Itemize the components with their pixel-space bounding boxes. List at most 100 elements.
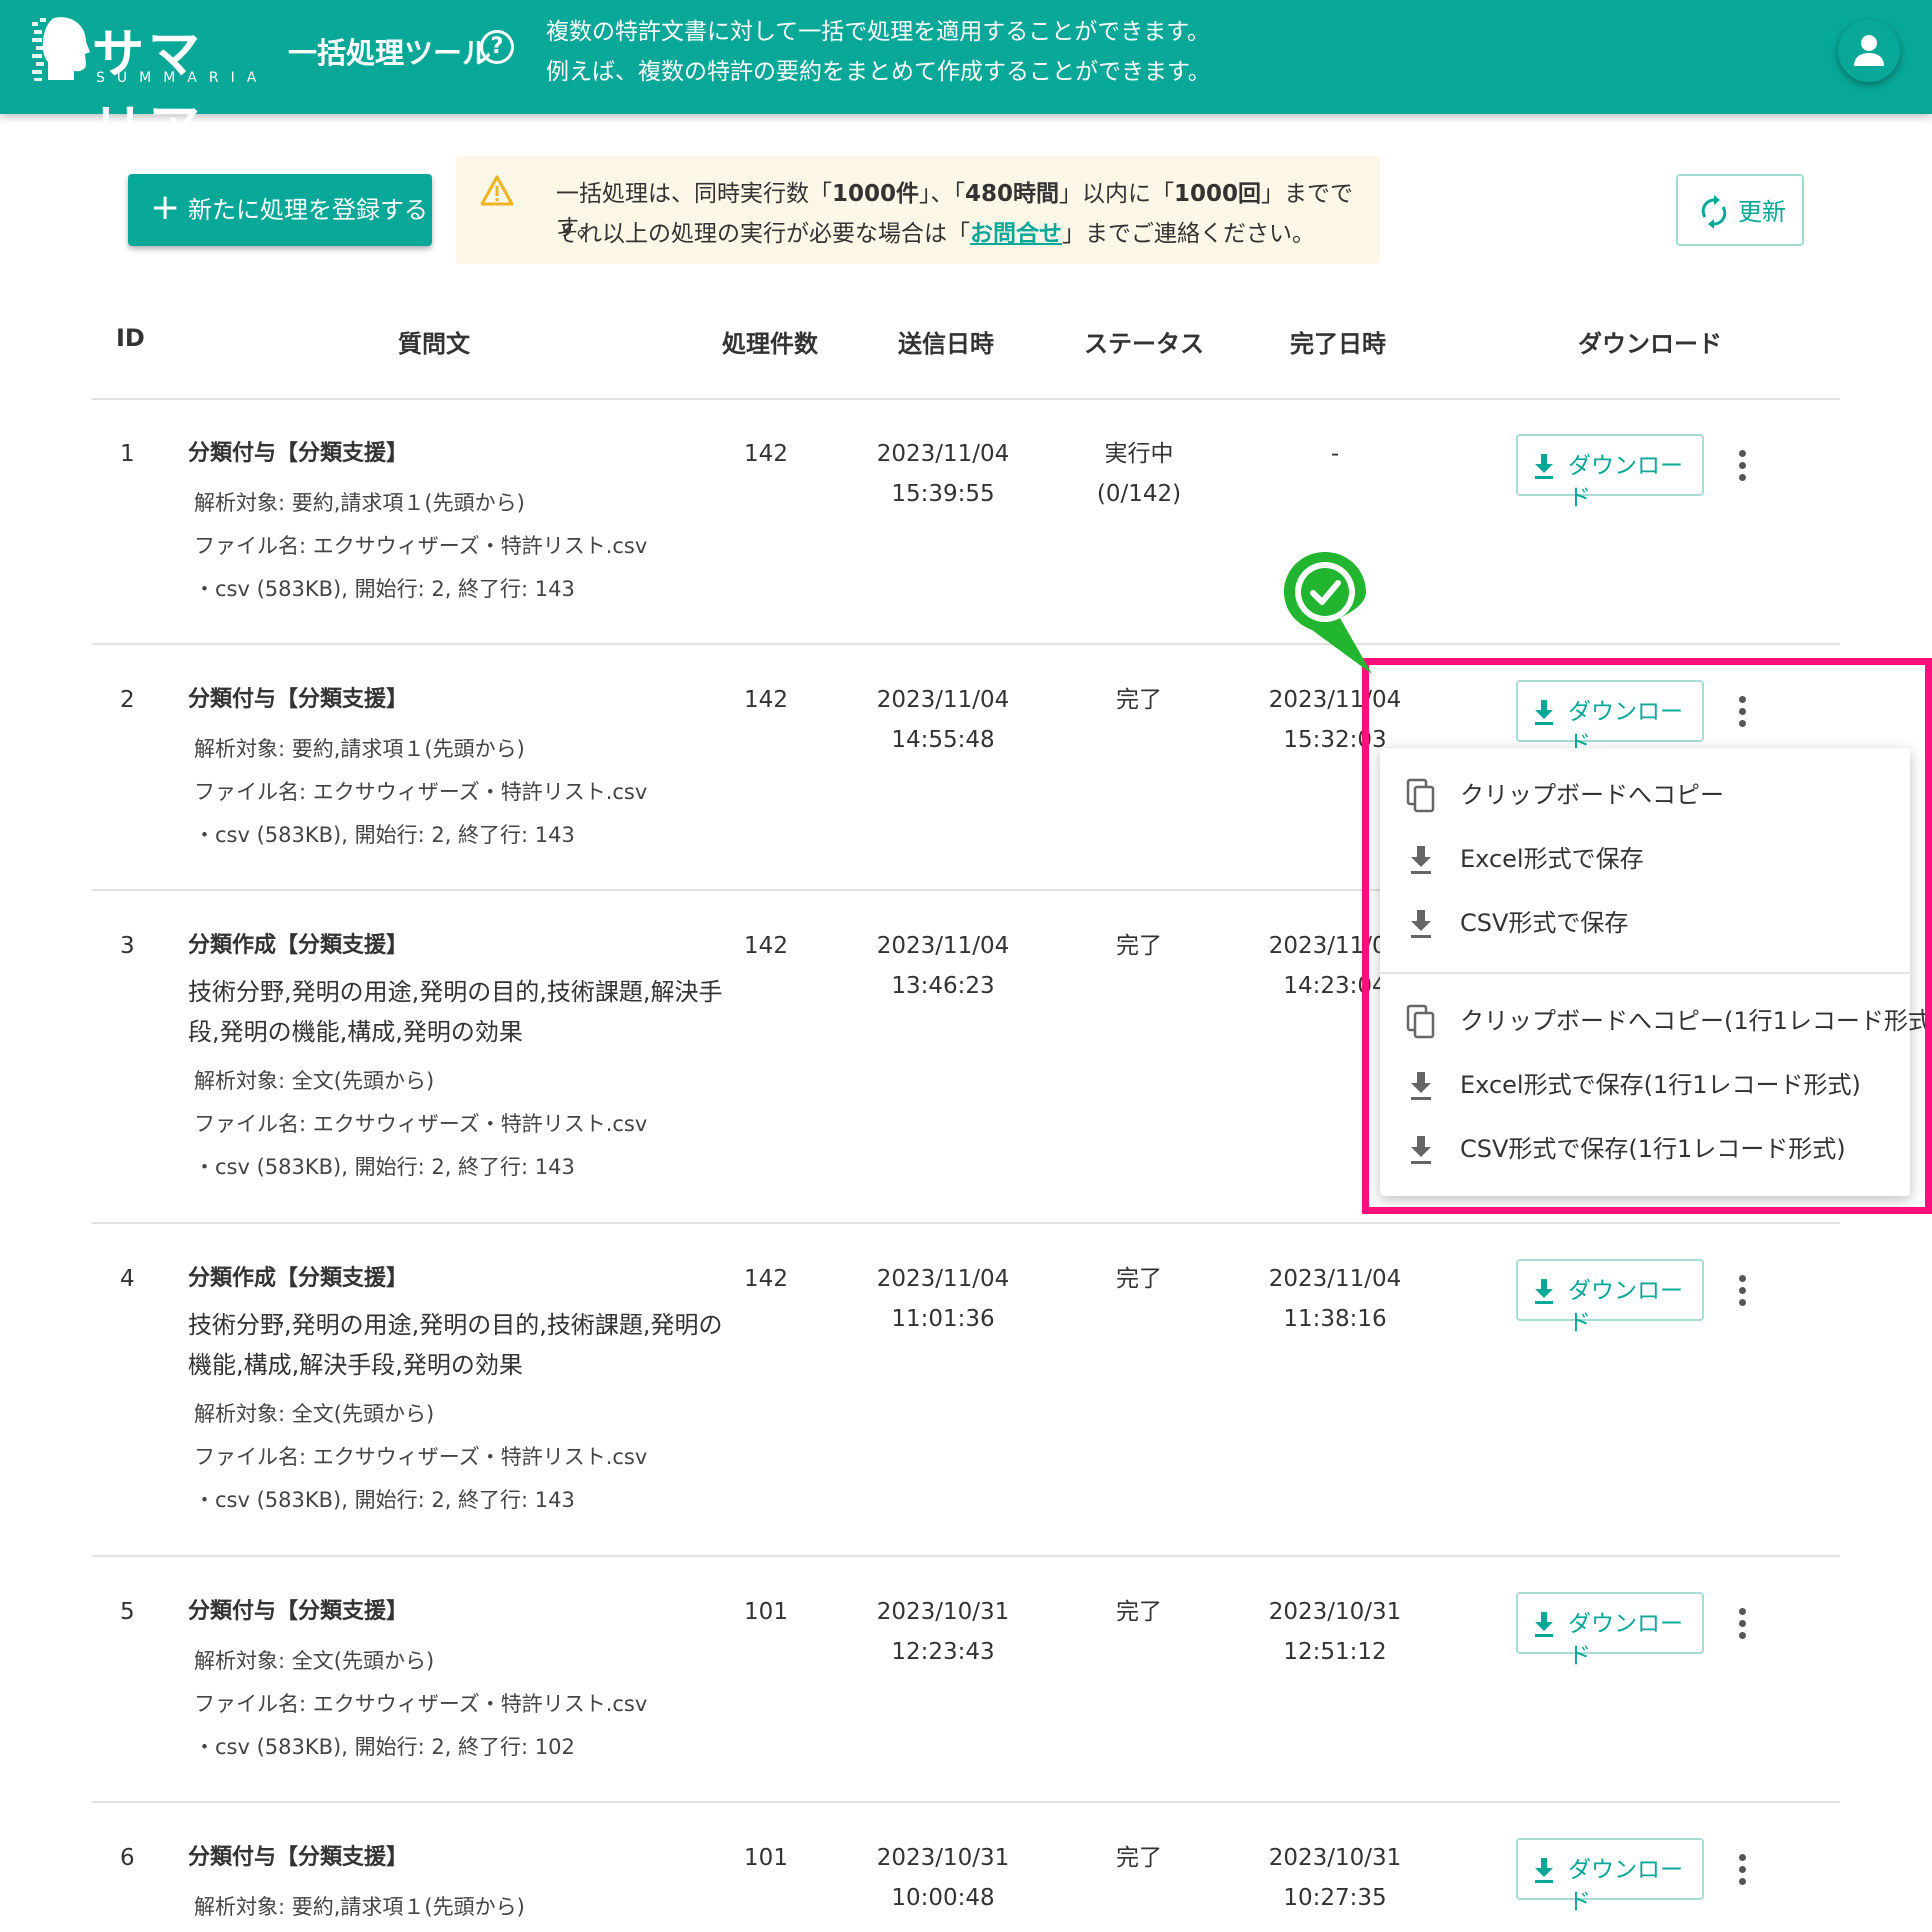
column-header-question: 質問文 [398,330,470,358]
row-id: 6 [120,1845,135,1871]
download-button[interactable]: ダウンロード [1516,1838,1704,1915]
meta-line: ファイル名: エクサウィザーズ・特許リスト.csv [194,780,648,804]
more-options-icon[interactable] [1736,1275,1748,1309]
done-datetime: 2023/11/04 11:38:16 [1258,1259,1412,1339]
status: 完了 [1064,1259,1214,1299]
row-divider [92,643,1840,645]
process-count: 142 [744,933,788,959]
sent-datetime: 2023/11/04 11:01:36 [868,1259,1018,1339]
row-id: 3 [120,933,135,959]
more-options-icon[interactable] [1736,1854,1748,1888]
refresh-label: 更新 [1738,198,1786,226]
column-header-count: 処理件数 [722,330,818,358]
sent-datetime: 2023/11/04 13:46:23 [868,926,1018,1006]
status: 完了 [1064,1592,1214,1632]
row-divider [92,398,1840,400]
notice-emphasis: 1000回 [1174,181,1262,207]
status: 完了 [1064,926,1214,966]
question-title: 分類付与【分類支援】 [188,1599,409,1624]
help-icon[interactable]: ? [480,30,514,64]
meta-line: ・csv (583KB), 開始行: 2, 終了行: 143 [194,823,575,847]
meta-line: 解析対象: 要約,請求項１(先頭から) [194,1895,525,1919]
download-icon [1535,454,1553,479]
process-count: 101 [744,1845,788,1871]
download-button[interactable]: ダウンロード [1516,434,1704,511]
sent-date: 2023/11/04 [876,933,1010,959]
notice-line-2: それ以上の処理の実行が必要な場合は「お問合せ」までご連絡ください。 [556,214,1315,248]
row-id: 5 [120,1599,135,1625]
notice-text: 一括処理は、同時実行数「 [556,181,832,207]
tool-title: 一括処理ツール [288,36,492,70]
row-id: 2 [120,687,135,713]
limit-notice: 一括処理は、同時実行数「1000件」、「480時間」以内に「1000回」までです… [456,156,1380,264]
download-icon [1535,1858,1553,1883]
done-datetime: 2023/10/31 10:27:35 [1258,1838,1412,1918]
register-new-process-button[interactable]: + 新たに処理を登録する [128,174,432,246]
download-label: ダウンロード [1568,1611,1683,1669]
question-title: 分類作成【分類支援】 [188,1266,409,1291]
question-body-line: 技術分野,発明の用途,発明の目的,技術課題,発明の [188,1311,723,1339]
meta-line: 解析対象: 全文(先頭から) [194,1402,435,1426]
sent-datetime: 2023/11/04 15:39:55 [868,434,1018,514]
meta-line: ・csv (583KB), 開始行: 2, 終了行: 143 [194,1488,575,1512]
sent-datetime: 2023/10/31 10:00:48 [868,1838,1018,1918]
summaria-logo[interactable]: サマリア SUMMARIA [30,12,256,160]
done-datetime: - [1258,434,1412,474]
meta-line: 解析対象: 要約,請求項１(先頭から) [194,737,525,761]
meta-line: 解析対象: 要約,請求項１(先頭から) [194,491,525,515]
notice-emphasis: 1000件 [832,181,920,207]
more-options-icon[interactable] [1736,450,1748,484]
notice-text: 」、「 [919,181,966,207]
column-header-download: ダウンロード [1578,330,1722,358]
sent-date: 2023/10/31 [876,1599,1010,1625]
download-button[interactable]: ダウンロード [1516,1259,1704,1336]
question-body: 技術分野,発明の用途,発明の目的,技術課題,解決手 段,発明の機能,構成,発明の… [188,972,723,1052]
column-header-id: ID [116,324,145,352]
row-id: 4 [120,1266,135,1292]
status-text: 完了 [1116,1845,1162,1871]
download-label: ダウンロード [1568,1278,1683,1336]
process-count: 101 [744,1599,788,1625]
sent-datetime: 2023/10/31 12:23:43 [868,1592,1018,1672]
question-body-line: 技術分野,発明の用途,発明の目的,技術課題,解決手 [188,978,723,1006]
question-meta: 解析対象: 要約,請求項１(先頭から) ファイル名: エクサウィザーズ・特許リス… [188,728,647,857]
done-datetime: 2023/10/31 12:51:12 [1258,1592,1412,1672]
sent-time: 14:55:48 [891,727,995,753]
user-avatar-button[interactable] [1838,20,1900,82]
status-text: 実行中 [1104,441,1174,467]
sent-date: 2023/11/04 [876,687,1010,713]
column-header-status: ステータス [1084,330,1204,358]
meta-line: 解析対象: 全文(先頭から) [194,1649,435,1673]
sent-time: 15:39:55 [891,481,995,507]
sent-datetime: 2023/11/04 14:55:48 [868,680,1018,760]
row-divider [92,1555,1840,1557]
sent-time: 11:01:36 [891,1306,995,1332]
refresh-button[interactable]: 更新 [1676,174,1804,246]
status: 実行中 (0/142) [1064,434,1214,514]
logo-subtitle: SUMMARIA [96,70,269,86]
column-header-done: 完了日時 [1290,330,1386,358]
process-count: 142 [744,441,788,467]
notice-text: 」以内に「 [1059,181,1175,207]
meta-line: 解析対象: 全文(先頭から) [194,1069,435,1093]
question-meta: 解析対象: 全文(先頭から) ファイル名: エクサウィザーズ・特許リスト.csv… [188,1393,647,1522]
head-silhouette-icon [32,17,90,81]
column-header-sent: 送信日時 [898,330,994,358]
done-date: - [1330,441,1340,467]
row-id: 1 [120,441,135,467]
download-button[interactable]: ダウンロード [1516,1592,1704,1669]
question-meta: 解析対象: 全文(先頭から) ファイル名: エクサウィザーズ・特許リスト.csv… [188,1060,647,1189]
download-icon [1535,1279,1553,1304]
row-divider [92,1801,1840,1803]
contact-link[interactable]: お問合せ [970,221,1062,247]
meta-line: ・csv (583KB), 開始行: 2, 終了行: 102 [194,1735,575,1759]
download-label: ダウンロード [1568,453,1683,511]
status-text: 完了 [1116,1266,1162,1292]
logo-text: サマリア [92,25,205,160]
register-new-process-label: 新たに処理を登録する [188,196,428,224]
more-options-icon[interactable] [1736,1608,1748,1642]
highlight-box [1362,658,1932,1214]
question-body-line: 段,発明の機能,構成,発明の効果 [188,1018,523,1046]
done-time: 10:27:35 [1283,1885,1387,1911]
question-title: 分類作成【分類支援】 [188,933,409,958]
